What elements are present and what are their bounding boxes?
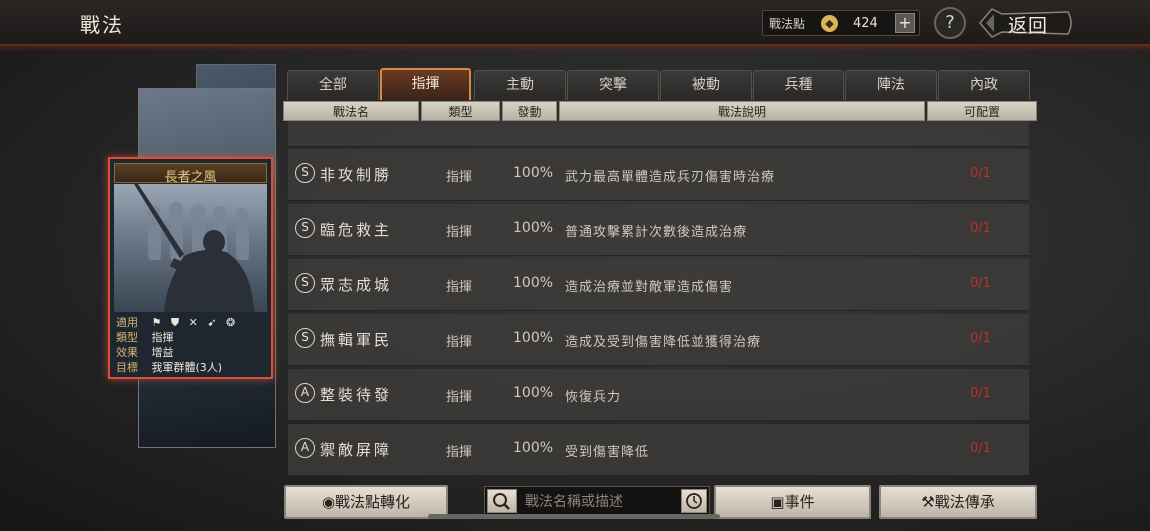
table-row[interactable]: A 禦敵屏障 指揮 100% 受到傷害降低 0/1: [288, 424, 1029, 476]
tactic-name: 非攻制勝: [320, 166, 393, 184]
tab-formation[interactable]: 陣法: [845, 70, 937, 100]
table-row[interactable]: S 臨危救主 指揮 100% 普通攻擊累計次數後造成治療 0/1: [288, 204, 1029, 256]
tactic-slot-count: 0/1: [970, 386, 991, 401]
table-row[interactable]: S 眾志成城 指揮 100% 造成治療並對敵軍造成傷害 0/1: [288, 259, 1029, 311]
convert-icon: ◉: [321, 493, 336, 511]
tactic-type: 指揮: [446, 170, 473, 185]
tactic-name: 撫輯軍民: [320, 331, 393, 349]
tactic-slot-count: 0/1: [970, 166, 991, 181]
tab-internal-affairs[interactable]: 內政: [938, 70, 1030, 100]
tactic-type: 指揮: [446, 280, 473, 295]
search-input[interactable]: [525, 491, 675, 513]
tab-all[interactable]: 全部: [287, 70, 379, 100]
events-button[interactable]: ▣事件: [714, 485, 871, 519]
card-title-bar: 長者之風: [114, 163, 267, 185]
points-value: 424: [853, 16, 878, 31]
card-target-label: 目標: [116, 361, 138, 374]
tactic-description: 造成及受到傷害降低並獲得治療: [565, 335, 762, 350]
card-target-value: 我軍群體(3人): [151, 361, 223, 374]
tactic-list[interactable]: S 非攻制勝 指揮 100% 武力最高單體造成兵刃傷害時治療 0/1 S 臨危救…: [283, 121, 1037, 476]
card-effect-value: 增益: [151, 346, 174, 359]
grade-badge: S: [295, 328, 315, 348]
add-points-button[interactable]: +: [895, 13, 915, 33]
search-icon: [493, 493, 510, 510]
tab-troop-type[interactable]: 兵種: [753, 70, 844, 100]
inherit-tactic-button[interactable]: ⚒戰法傳承: [879, 485, 1037, 519]
table-row-partial[interactable]: [288, 121, 1029, 147]
tactic-name: 眾志成城: [320, 276, 393, 294]
home-indicator: [428, 514, 720, 519]
tactic-description: 武力最高單體造成兵刃傷害時治療: [565, 170, 776, 185]
card-type-value: 指揮: [151, 331, 174, 344]
tactic-description: 普通攻擊累計次數後造成治療: [565, 225, 748, 240]
tab-command[interactable]: 指揮: [380, 68, 471, 100]
grade-badge: S: [295, 218, 315, 238]
tactic-slot-count: 0/1: [970, 276, 991, 291]
tactic-rate: 100%: [513, 220, 554, 236]
hammer-icon: ⚒: [921, 493, 935, 511]
grade-badge: A: [295, 438, 315, 458]
tactic-rate: 100%: [513, 165, 554, 181]
events-label: 事件: [784, 493, 815, 511]
search-button[interactable]: [487, 489, 517, 513]
table-row[interactable]: S 非攻制勝 指揮 100% 武力最高單體造成兵刃傷害時治療 0/1: [288, 149, 1029, 201]
card-artwork: [114, 184, 267, 312]
inherit-label: 戰法傳承: [934, 493, 995, 511]
tactic-rate: 100%: [513, 440, 554, 456]
grade-badge: A: [295, 383, 315, 403]
convert-label: 戰法點轉化: [335, 493, 411, 511]
tactic-type: 指揮: [446, 390, 473, 405]
selected-tactic-card[interactable]: 長者之風 適用 ⚑ ⛊ ✕ ➹ ❂ 類型 指揮 效果 增益 目標 我軍群體(3人…: [108, 157, 273, 379]
tactic-slot-count: 0/1: [970, 331, 991, 346]
card-info: 適用 ⚑ ⛊ ✕ ➹ ❂ 類型 指揮 效果 增益 目標 我軍群體(3人): [116, 315, 266, 375]
tactic-type: 指揮: [446, 225, 473, 240]
search-bar[interactable]: [484, 486, 710, 516]
tactic-name: 整裝待發: [320, 386, 393, 404]
tactic-rate: 100%: [513, 275, 554, 291]
back-label: 返回: [1008, 15, 1049, 37]
tactic-type: 指揮: [446, 445, 473, 460]
top-bar: 戰法 戰法點 ◆ 424 + ? 返回: [0, 0, 1150, 52]
tab-active[interactable]: 主動: [474, 70, 566, 100]
convert-points-button[interactable]: ◉戰法點轉化: [284, 485, 448, 519]
unit-type-icons: ⚑ ⛊ ✕ ➹ ❂: [151, 316, 239, 329]
general-silhouette-icon: [134, 184, 254, 312]
back-button[interactable]: 返回: [978, 6, 1076, 40]
events-icon: ▣: [770, 493, 785, 511]
grade-badge: S: [295, 273, 315, 293]
card-effect-label: 效果: [116, 346, 138, 359]
tab-passive[interactable]: 被動: [660, 70, 752, 100]
history-button[interactable]: [681, 489, 707, 513]
points-label: 戰法點: [769, 17, 806, 31]
help-button[interactable]: ?: [934, 7, 966, 39]
tactic-slot-count: 0/1: [970, 221, 991, 236]
tactic-name: 臨危救主: [320, 221, 393, 239]
clock-icon: [686, 493, 702, 509]
card-title: 長者之風: [164, 170, 217, 185]
column-header-description: 戰法說明: [559, 101, 925, 121]
column-header-slot: 可配置: [927, 101, 1037, 121]
tactic-points-box: 戰法點 ◆ 424 +: [762, 10, 920, 36]
tactic-type: 指揮: [446, 335, 473, 350]
tactic-rate: 100%: [513, 330, 554, 346]
tactic-name: 禦敵屏障: [320, 441, 393, 459]
tactic-description: 恢復兵力: [565, 390, 622, 405]
column-header-rate: 發動: [502, 101, 557, 121]
column-header-type: 類型: [421, 101, 500, 121]
page-title: 戰法: [80, 13, 124, 37]
points-coin-icon: ◆: [821, 15, 838, 32]
table-row[interactable]: S 撫輯軍民 指揮 100% 造成及受到傷害降低並獲得治療 0/1: [288, 314, 1029, 366]
column-header-name: 戰法名: [283, 101, 419, 121]
tab-assault[interactable]: 突擊: [567, 70, 659, 100]
table-row[interactable]: A 整裝待發 指揮 100% 恢復兵力 0/1: [288, 369, 1029, 421]
card-type-label: 類型: [116, 331, 138, 344]
card-apply-label: 適用: [116, 316, 138, 329]
grade-badge: S: [295, 163, 315, 183]
tactic-description: 造成治療並對敵軍造成傷害: [565, 280, 734, 295]
tactic-rate: 100%: [513, 385, 554, 401]
tactic-slot-count: 0/1: [970, 441, 991, 456]
tactic-description: 受到傷害降低: [565, 445, 650, 460]
